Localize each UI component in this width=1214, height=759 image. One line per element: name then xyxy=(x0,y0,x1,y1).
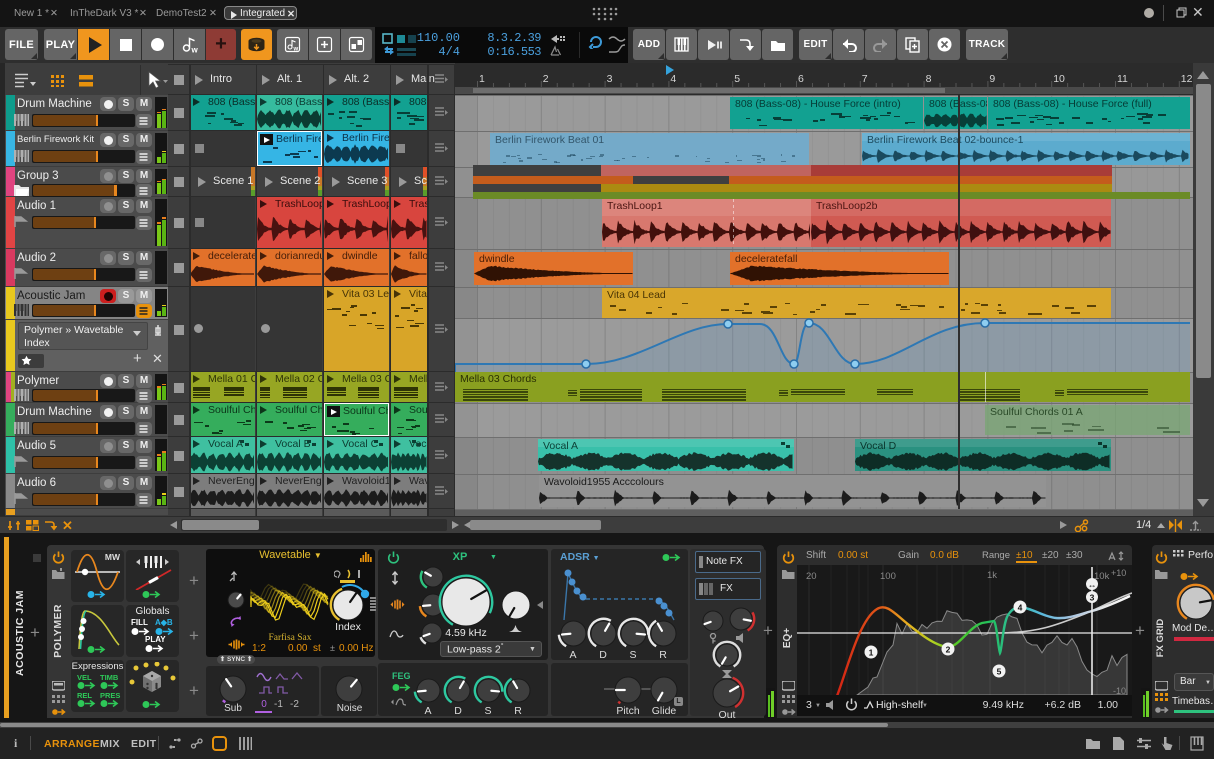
svg-text:10k: 10k xyxy=(1094,571,1110,582)
svg-text:-10: -10 xyxy=(1113,686,1126,695)
svg-text:100: 100 xyxy=(880,571,896,582)
svg-text:2: 2 xyxy=(946,645,951,655)
svg-text:4: 4 xyxy=(1018,603,1023,613)
svg-text:5: 5 xyxy=(997,667,1002,677)
svg-text:1k: 1k xyxy=(987,570,997,581)
svg-text:20: 20 xyxy=(806,571,817,582)
svg-text:w: w xyxy=(293,47,299,53)
svg-text:3: 3 xyxy=(1090,593,1095,603)
svg-text:w: w xyxy=(190,46,198,55)
svg-text:1: 1 xyxy=(869,648,874,658)
svg-text:+10: +10 xyxy=(1111,568,1126,578)
